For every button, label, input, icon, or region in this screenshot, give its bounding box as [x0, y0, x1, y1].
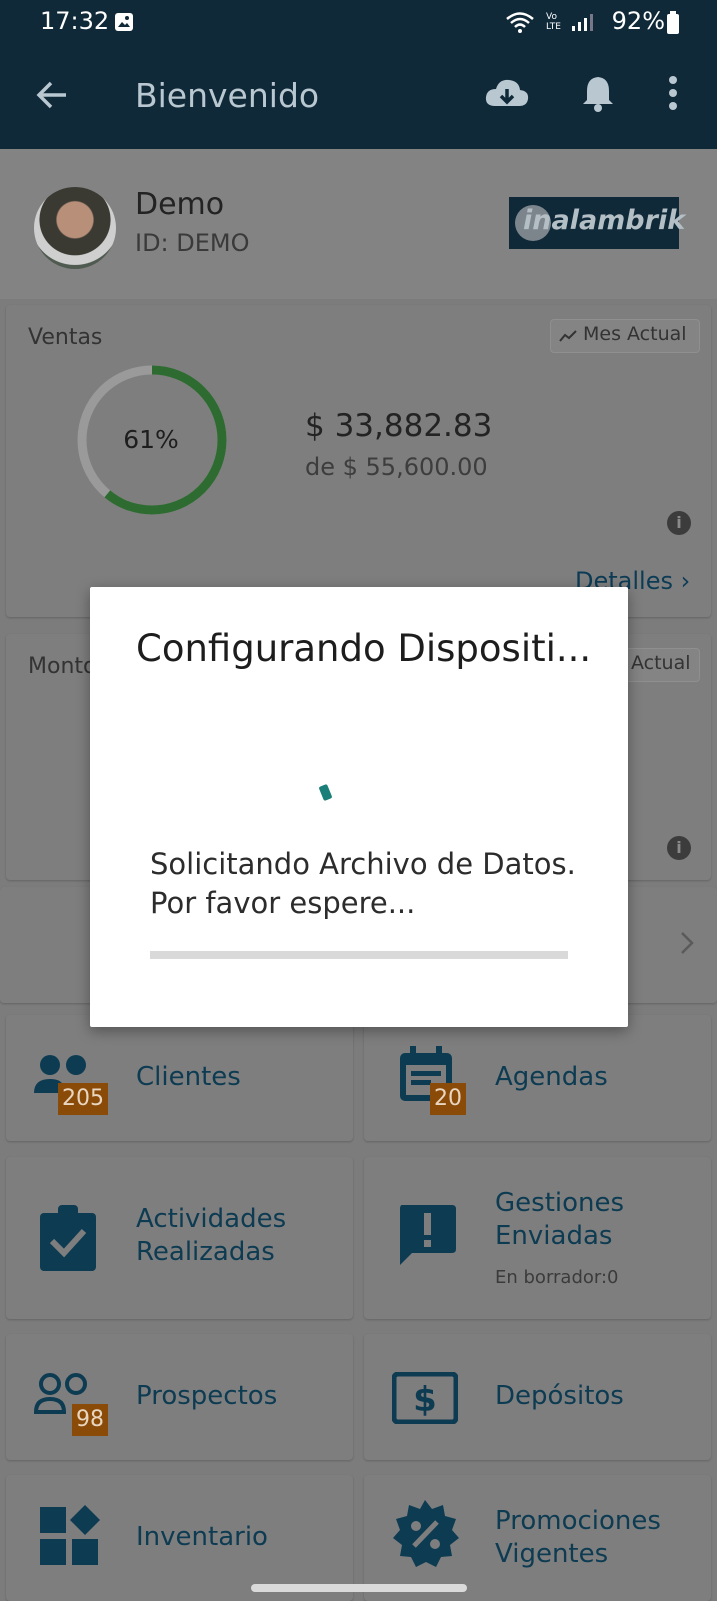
signal-icon	[572, 14, 593, 31]
tile-label: Promociones Vigentes	[495, 1506, 661, 1569]
dialog-progress-bar	[150, 951, 568, 959]
amount-title: Monto	[28, 654, 97, 679]
wifi-icon	[506, 12, 534, 33]
cloud-download-icon[interactable]	[484, 76, 530, 112]
tile-label: Gestiones Enviadas	[495, 1188, 625, 1251]
grid-diamond-icon	[40, 1505, 100, 1565]
tile-label: Clientes	[136, 1062, 241, 1092]
back-arrow-icon[interactable]	[36, 80, 70, 110]
agendas-badge: 20	[430, 1083, 466, 1115]
avatar[interactable]	[34, 187, 116, 269]
tile-actividades[interactable]: Actividades Realizadas	[6, 1157, 353, 1319]
gesture-nav-bar[interactable]	[251, 1584, 467, 1592]
sales-title: Ventas	[28, 325, 103, 350]
tile-label: Prospectos	[136, 1381, 278, 1411]
profile-header: Demo ID: DEMO inalambrik	[0, 149, 717, 299]
loading-spinner	[318, 783, 333, 802]
sales-amount: $ 33,882.83	[305, 408, 493, 444]
battery-icon	[667, 11, 679, 34]
tile-inventario[interactable]: Inventario	[6, 1475, 353, 1601]
tile-label: Inventario	[136, 1522, 268, 1552]
tile-label: Depósitos	[495, 1381, 624, 1411]
page-title: Bienvenido	[135, 76, 320, 115]
sales-percent: 61%	[123, 425, 179, 454]
trend-icon	[559, 330, 577, 342]
user-id: ID: DEMO	[135, 229, 250, 257]
network-label: Vo LTE	[546, 12, 561, 32]
dialog-message: Solicitando Archivo de Datos. Por favor …	[150, 847, 576, 920]
tile-agendas[interactable]: 20 Agendas	[364, 1015, 711, 1141]
discount-badge-icon	[393, 1500, 459, 1567]
bell-icon[interactable]	[582, 74, 614, 112]
alert-message-icon	[400, 1205, 456, 1265]
user-name: Demo	[135, 187, 225, 222]
info-icon[interactable]: i	[667, 511, 691, 535]
tile-promociones[interactable]: Promociones Vigentes	[364, 1475, 711, 1601]
image-icon	[115, 13, 133, 31]
period-chip[interactable]: Mes Actual	[550, 319, 700, 353]
tile-label: Actividades Realizadas	[136, 1204, 287, 1267]
status-bar: 17:32 Vo LTE 92%	[0, 0, 717, 44]
tile-depositos[interactable]: $ Depósitos	[364, 1334, 711, 1460]
tile-gestiones[interactable]: Gestiones Enviadas En borrador:0	[364, 1157, 711, 1319]
prospectos-badge: 98	[72, 1404, 108, 1436]
info-icon[interactable]: i	[667, 836, 691, 860]
sales-goal: de $ 55,600.00	[305, 453, 488, 481]
brand-name: inalambrik	[523, 205, 686, 236]
amount-period-label: Actual	[631, 652, 691, 674]
tile-clientes[interactable]: 205 Clientes	[6, 1015, 353, 1141]
battery-percent: 92%	[611, 7, 665, 35]
app-bar: Bienvenido	[0, 44, 717, 149]
period-label: Mes Actual	[583, 323, 687, 345]
chevron-right-icon	[681, 932, 694, 954]
clipboard-check-icon	[40, 1205, 96, 1271]
dialog-title: Configurando Dispositi...	[136, 627, 592, 670]
clientes-badge: 205	[58, 1083, 108, 1115]
brand-logo: inalambrik	[509, 197, 685, 249]
tile-prospectos[interactable]: 98 Prospectos	[6, 1334, 353, 1460]
more-vert-icon[interactable]	[668, 76, 678, 110]
draft-count: En borrador:0	[495, 1267, 619, 1288]
status-time: 17:32	[40, 7, 110, 35]
loading-dialog: Configurando Dispositi... Solicitando Ar…	[90, 587, 628, 1027]
sales-card: Ventas Mes Actual 61% $ 33,882.83 de $ 5…	[6, 305, 711, 617]
tile-label: Agendas	[495, 1062, 608, 1092]
dollar-bill-icon: $	[392, 1372, 458, 1424]
svg-text:$: $	[413, 1380, 437, 1420]
